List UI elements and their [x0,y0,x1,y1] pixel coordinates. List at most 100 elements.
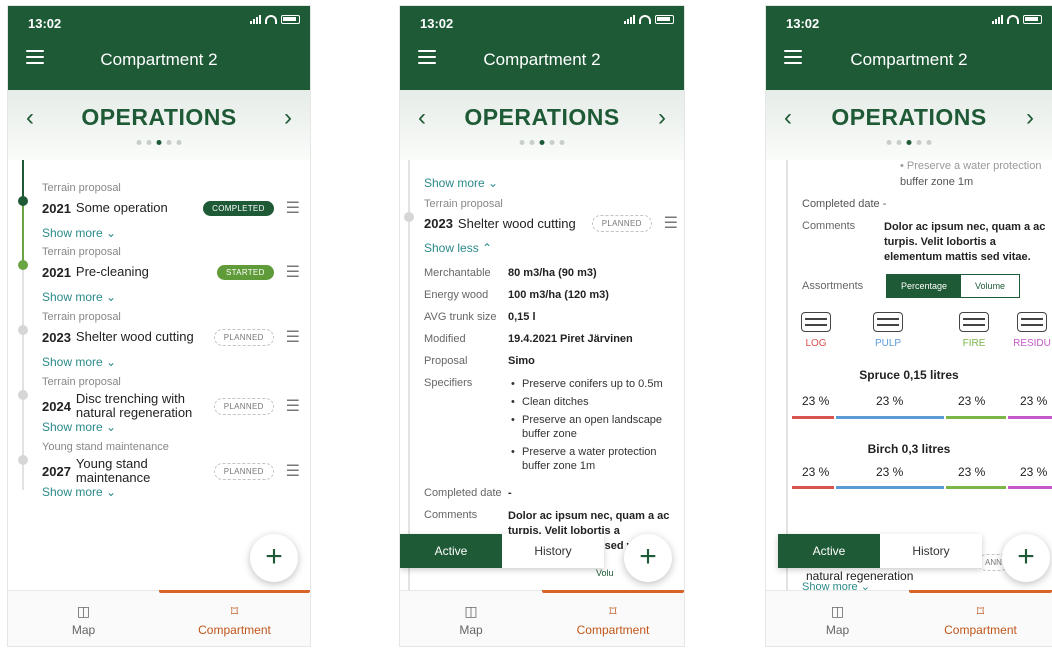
field-label: Energy wood [424,289,489,301]
operation-detail: Show more ⌄ Terrain proposal 2023 Shelte… [400,160,684,590]
assortment-pulp: PULP [862,312,914,349]
assortment-bar [1008,486,1052,489]
operations-title: OPERATIONS [81,104,237,130]
status-badge: STARTED [216,264,274,280]
timeline-segment [22,160,24,200]
nav-compartment-label: Compartment [944,623,1017,637]
field-label: Proposal [424,355,468,367]
battery-icon [281,15,300,24]
timeline-node [18,325,28,335]
status-badge: PLANNED [591,214,652,232]
assortment-bar [836,416,944,419]
timeline-line [408,160,410,590]
add-operation-button[interactable]: + [250,534,298,582]
nav-map[interactable]: ◫ Map [766,591,909,646]
drag-handle-icon[interactable]: ☰ [664,213,678,233]
field-value: Simo [508,355,535,367]
field-label: Specifiers [424,377,473,389]
list-item[interactable]: Terrain proposal 2021 Some operation COM… [42,182,300,240]
show-more-link[interactable]: Show more ⌄ [42,290,300,304]
chevron-down-icon: ⌄ [488,176,499,190]
timeline-node [404,212,414,222]
operations-title: OPERATIONS [831,104,987,130]
list-item[interactable]: Young stand maintenance 2027 Young stand… [42,441,300,499]
specifiers-list: Preserve conifers up to 0.5m Clean ditch… [508,377,678,477]
assortment-bar [836,486,944,489]
status-icons [624,15,674,24]
percentage-toggle[interactable]: Percentage [887,275,962,297]
page-indicator [136,140,182,145]
specifier-cut-tail: buffer zone 1m [900,176,974,188]
field-value: 80 m3/ha (90 m3) [508,267,597,279]
species-title: Spruce 0,15 litres [859,368,959,382]
comments-row: Comments Dolor ac ipsum nec, quam a ac t… [802,220,1048,265]
next-arrow-icon[interactable]: › [658,104,666,132]
tab-history[interactable]: History [880,534,982,568]
add-operation-button[interactable]: + [624,534,672,582]
field-value: - [882,198,887,210]
chevron-down-icon: ⌄ [106,355,117,369]
timeline-segment [22,200,24,266]
phone-screen-assortments: 13:02 Compartment 2 ‹ OPERATIONS › • Pre… [766,6,1052,646]
assortment-label: PULP [874,338,902,349]
field-value: 19.4.2021 Piret Järvinen [508,333,633,345]
page-indicator [886,140,932,145]
drag-handle-icon[interactable]: ☰ [286,461,300,481]
next-arrow-icon[interactable]: › [284,104,292,132]
compartment-icon: ⌑ [609,603,617,619]
assortment-label: RESIDU [1013,338,1051,349]
show-more-link[interactable]: Show more ⌄ [42,226,300,240]
tab-active[interactable]: Active [778,534,880,568]
operation-category: Terrain proposal [42,376,121,388]
drag-handle-icon[interactable]: ☰ [286,262,300,282]
operation-year: 2024 [42,398,71,414]
tab-active[interactable]: Active [400,534,502,568]
operation-category: Terrain proposal [42,182,121,194]
operations-header: ‹ OPERATIONS › [766,90,1052,160]
page-indicator [519,140,565,145]
tab-history[interactable]: History [502,534,604,568]
operation-name: Disc trenching with natural regeneration [75,391,193,420]
operations-list: Terrain proposal 2021 Some operation COM… [8,160,310,590]
status-icons [992,15,1042,24]
show-more-label: Show more [424,176,485,190]
drag-handle-icon[interactable]: ☰ [286,396,300,416]
nav-compartment[interactable]: ⌑ Compartment [909,590,1052,646]
list-item[interactable]: Terrain proposal 2023 Shelter wood cutti… [42,311,300,369]
assortments-row: Assortments Percentage Volume [802,274,1021,298]
show-more-link[interactable]: Show more ⌄ [42,355,300,369]
log-icon [1017,312,1047,332]
chevron-up-icon: ⌃ [482,241,493,255]
show-more-link[interactable]: Show more ⌄ [42,485,300,499]
list-item[interactable]: Terrain proposal 2024 Disc trenching wit… [42,376,300,434]
drag-handle-icon[interactable]: ☰ [286,327,300,347]
field-row: AVG trunk size 0,15 l [424,311,678,323]
operation-category: Young stand maintenance [42,441,169,453]
status-bar: 13:02 [8,6,310,36]
show-more-link[interactable]: Show more ⌄ [42,420,300,434]
operation-name: Shelter wood cutting [75,329,194,344]
drag-handle-icon[interactable]: ☰ [286,198,300,218]
nav-map-label: Map [71,623,96,637]
nav-map[interactable]: ◫ Map [8,591,159,646]
list-item[interactable]: Terrain proposal 2021 Pre-cleaning START… [42,246,300,304]
nav-compartment[interactable]: ⌑ Compartment [542,590,684,646]
show-more-link[interactable]: Show more ⌄ [424,176,678,190]
map-icon: ◫ [830,603,845,619]
field-row: Completed date - [424,487,678,499]
page-title: Compartment 2 [100,50,218,69]
nav-map[interactable]: ◫ Map [400,591,542,646]
show-less-link[interactable]: Show less ⌃ [424,241,678,255]
volume-toggle[interactable]: Volume [961,275,1020,297]
nav-compartment-label: Compartment [198,623,271,637]
show-more-label: Show more [42,420,103,434]
add-operation-button[interactable]: + [1002,534,1050,582]
bottom-nav: ◫ Map ⌑ Compartment [400,590,684,646]
detail-panel: Show more ⌄ Terrain proposal 2023 Shelte… [424,176,678,564]
nav-compartment[interactable]: ⌑ Compartment [159,590,310,646]
next-arrow-icon[interactable]: › [1026,104,1034,132]
percentage-value: 23 % [1020,394,1048,408]
operation-name: Shelter wood cutting [457,215,576,231]
field-label: Completed date [802,198,880,210]
assortment-fire: FIRE [948,312,1000,349]
